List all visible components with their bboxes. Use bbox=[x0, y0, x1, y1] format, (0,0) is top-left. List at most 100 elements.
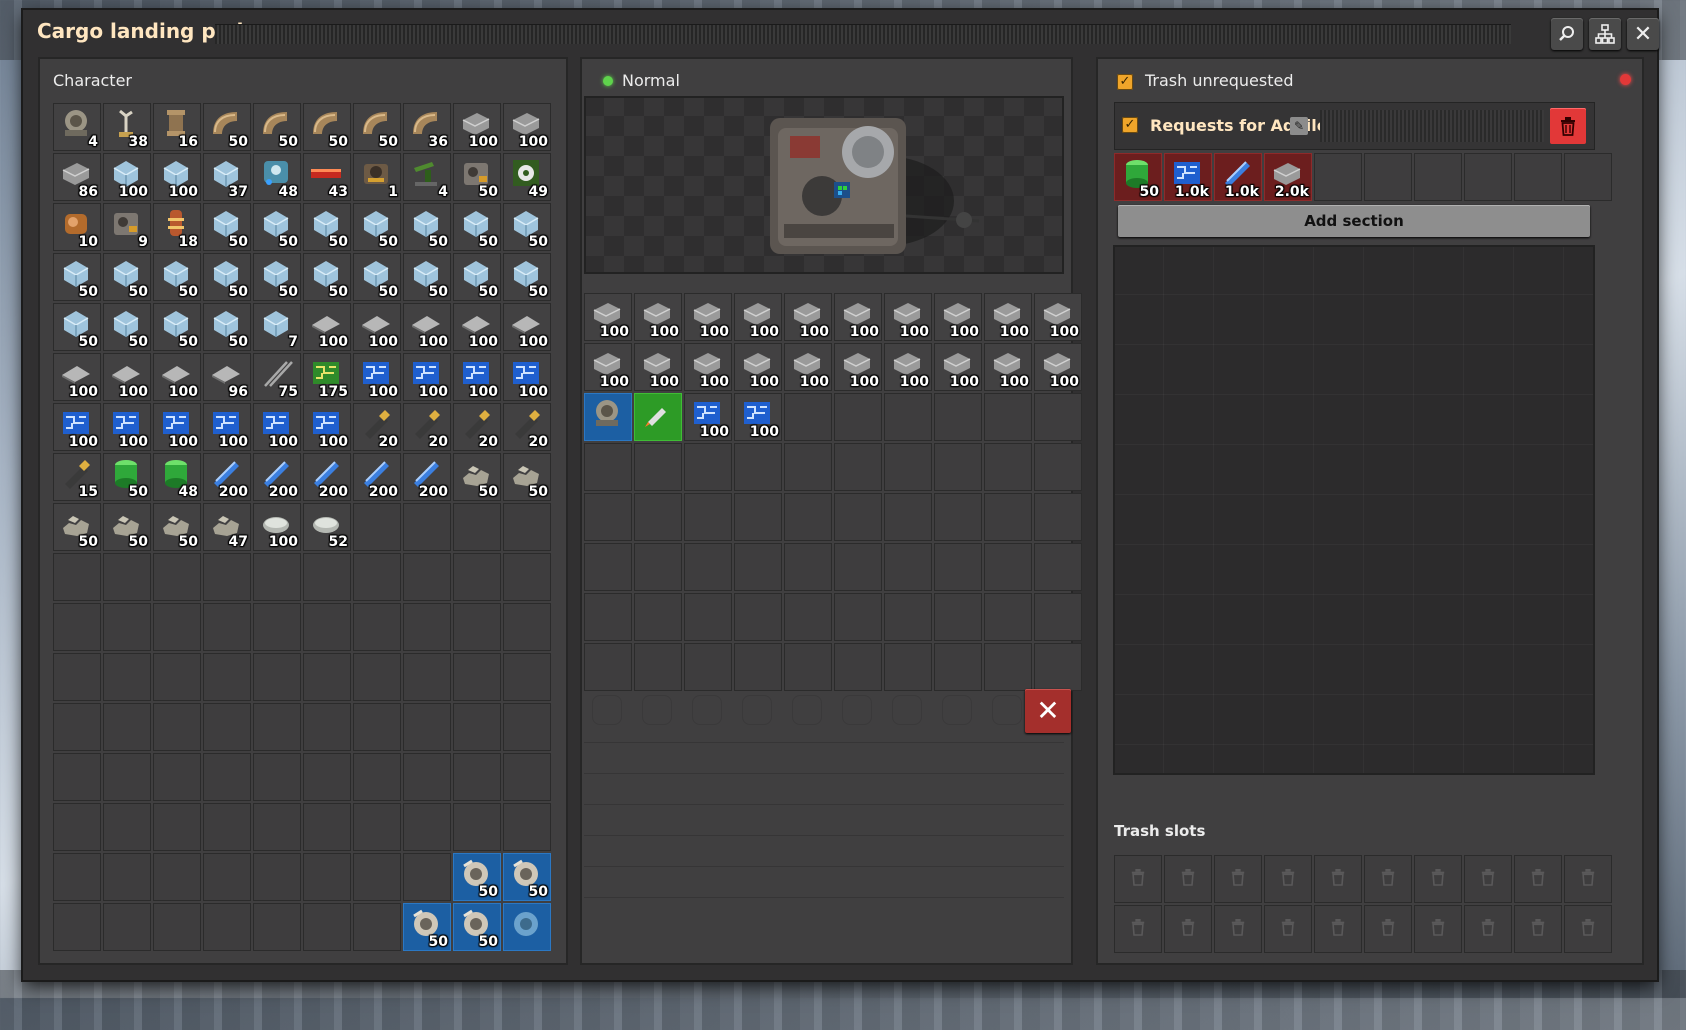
inventory-slot[interactable]: 16 bbox=[153, 103, 201, 151]
landing-pad-slot[interactable]: 100 bbox=[1034, 293, 1082, 341]
landing-pad-slot[interactable]: 100 bbox=[934, 343, 982, 391]
landing-pad-slot[interactable] bbox=[834, 543, 882, 591]
inventory-slot[interactable]: 200 bbox=[403, 453, 451, 501]
inventory-slot[interactable] bbox=[403, 753, 451, 801]
inventory-slot[interactable]: 20 bbox=[503, 403, 551, 451]
landing-pad-slot[interactable]: 100 bbox=[584, 293, 632, 341]
inventory-slot[interactable]: 100 bbox=[503, 103, 551, 151]
landing-pad-slot[interactable] bbox=[684, 493, 732, 541]
landing-pad-slot[interactable] bbox=[684, 643, 732, 691]
inventory-slot[interactable] bbox=[503, 803, 551, 851]
inventory-slot[interactable]: 200 bbox=[253, 453, 301, 501]
inventory-slot[interactable] bbox=[53, 853, 101, 901]
inventory-slot[interactable] bbox=[403, 703, 451, 751]
inventory-slot[interactable]: 100 bbox=[303, 303, 351, 351]
inventory-slot[interactable]: 100 bbox=[153, 403, 201, 451]
trash-unrequested-checkbox[interactable]: ✓ bbox=[1117, 74, 1133, 90]
landing-pad-slot[interactable] bbox=[734, 643, 782, 691]
inventory-slot[interactable] bbox=[403, 803, 451, 851]
inventory-slot[interactable]: 50 bbox=[353, 253, 401, 301]
landing-pad-slot[interactable] bbox=[584, 643, 632, 691]
inventory-slot[interactable]: 50 bbox=[253, 253, 301, 301]
inventory-slot[interactable] bbox=[503, 603, 551, 651]
inventory-slot[interactable] bbox=[503, 503, 551, 551]
landing-pad-slot[interactable]: 100 bbox=[684, 393, 732, 441]
cargo-landing-pad-preview[interactable] bbox=[584, 96, 1064, 274]
landing-pad-slot[interactable] bbox=[634, 593, 682, 641]
inventory-slot[interactable] bbox=[353, 853, 401, 901]
inventory-slot[interactable] bbox=[153, 703, 201, 751]
trash-slot[interactable] bbox=[1164, 905, 1212, 953]
landing-pad-slot[interactable] bbox=[984, 643, 1032, 691]
inventory-slot[interactable]: 175 bbox=[303, 353, 351, 401]
inventory-slot[interactable] bbox=[303, 553, 351, 601]
inventory-slot[interactable] bbox=[53, 553, 101, 601]
inventory-slot[interactable]: 50 bbox=[503, 203, 551, 251]
inventory-slot[interactable]: 1 bbox=[353, 153, 401, 201]
trash-slot[interactable] bbox=[1264, 855, 1312, 903]
inventory-slot[interactable]: 100 bbox=[153, 153, 201, 201]
landing-pad-slot[interactable] bbox=[934, 643, 982, 691]
inventory-slot[interactable]: 50 bbox=[453, 853, 501, 901]
landing-pad-slot[interactable] bbox=[584, 593, 632, 641]
inventory-slot[interactable]: 50 bbox=[203, 303, 251, 351]
inventory-slot[interactable]: 50 bbox=[503, 253, 551, 301]
inventory-slot[interactable]: 50 bbox=[353, 103, 401, 151]
inventory-slot[interactable]: 50 bbox=[453, 903, 501, 951]
inventory-slot[interactable]: 9 bbox=[103, 203, 151, 251]
inventory-slot[interactable]: 48 bbox=[253, 153, 301, 201]
landing-pad-slot[interactable] bbox=[784, 643, 832, 691]
landing-pad-slot[interactable] bbox=[834, 593, 882, 641]
inventory-slot[interactable] bbox=[503, 753, 551, 801]
inventory-slot[interactable] bbox=[453, 503, 501, 551]
landing-pad-slot[interactable]: 100 bbox=[884, 343, 932, 391]
landing-pad-slot[interactable] bbox=[884, 443, 932, 491]
inventory-slot[interactable] bbox=[153, 553, 201, 601]
inventory-slot[interactable]: 15 bbox=[53, 453, 101, 501]
inventory-slot[interactable] bbox=[353, 903, 401, 951]
inventory-slot[interactable] bbox=[353, 753, 401, 801]
inventory-slot[interactable] bbox=[103, 853, 151, 901]
inventory-slot[interactable]: 38 bbox=[103, 103, 151, 151]
inventory-slot[interactable] bbox=[453, 603, 501, 651]
clear-button[interactable]: ✕ bbox=[1025, 689, 1071, 733]
trash-slot[interactable] bbox=[1514, 855, 1562, 903]
inventory-slot[interactable]: 50 bbox=[153, 303, 201, 351]
inventory-slot[interactable] bbox=[453, 753, 501, 801]
inventory-slot[interactable]: 18 bbox=[153, 203, 201, 251]
inventory-slot[interactable]: 200 bbox=[303, 453, 351, 501]
inventory-slot[interactable]: 86 bbox=[53, 153, 101, 201]
trash-slot[interactable] bbox=[1564, 905, 1612, 953]
inventory-slot[interactable]: 50 bbox=[203, 203, 251, 251]
landing-pad-slot[interactable]: 100 bbox=[884, 293, 932, 341]
landing-pad-slot[interactable] bbox=[584, 443, 632, 491]
landing-pad-slot[interactable] bbox=[834, 443, 882, 491]
inventory-slot[interactable]: 50 bbox=[303, 203, 351, 251]
inventory-slot[interactable]: 100 bbox=[253, 403, 301, 451]
trash-slot[interactable] bbox=[1564, 855, 1612, 903]
landing-pad-slot[interactable] bbox=[884, 593, 932, 641]
landing-pad-slot[interactable]: 100 bbox=[984, 343, 1032, 391]
trash-slot[interactable] bbox=[1114, 905, 1162, 953]
inventory-slot[interactable] bbox=[453, 803, 501, 851]
landing-pad-slot[interactable] bbox=[1034, 393, 1082, 441]
inventory-slot[interactable] bbox=[253, 553, 301, 601]
inventory-slot[interactable] bbox=[453, 653, 501, 701]
inventory-slot[interactable] bbox=[253, 903, 301, 951]
inventory-slot[interactable]: 50 bbox=[453, 153, 501, 201]
search-button[interactable] bbox=[1551, 18, 1583, 50]
inventory-slot[interactable]: 100 bbox=[153, 353, 201, 401]
inventory-slot[interactable]: 20 bbox=[453, 403, 501, 451]
inventory-slot[interactable]: 75 bbox=[253, 353, 301, 401]
landing-pad-slot[interactable]: 100 bbox=[1034, 343, 1082, 391]
landing-pad-slot[interactable] bbox=[1034, 443, 1082, 491]
inventory-slot[interactable] bbox=[253, 803, 301, 851]
inventory-slot[interactable] bbox=[353, 553, 401, 601]
landing-pad-slot[interactable] bbox=[834, 493, 882, 541]
landing-pad-slot[interactable] bbox=[584, 393, 632, 441]
trash-slot[interactable] bbox=[1264, 905, 1312, 953]
inventory-slot[interactable] bbox=[203, 853, 251, 901]
inventory-slot[interactable]: 20 bbox=[353, 403, 401, 451]
request-slot[interactable]: 1.0k bbox=[1214, 153, 1262, 201]
landing-pad-slot[interactable] bbox=[584, 493, 632, 541]
